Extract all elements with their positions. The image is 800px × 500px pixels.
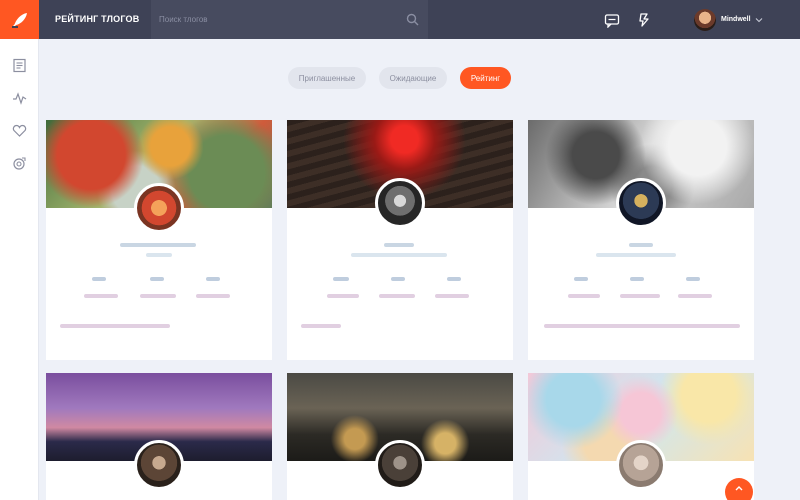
search-icon[interactable] [406,13,419,26]
card-avatar [134,440,184,490]
tab-pending[interactable]: Ожидающие [379,67,447,89]
scroll-top-button[interactable] [725,478,753,500]
tlog-card[interactable] [528,120,754,360]
card-avatar [616,178,666,228]
card-avatar [616,440,666,490]
top-bar: РЕЙТИНГ ТЛОГОВ Mindwell [0,0,800,39]
sidebar [0,39,39,500]
quill-icon [11,12,27,28]
tab-invited[interactable]: Приглашенные [288,67,366,89]
card-avatar [375,178,425,228]
page-title: РЕЙТИНГ ТЛОГОВ [55,14,140,24]
feed-icon[interactable] [12,58,27,73]
activity-icon[interactable] [12,91,27,106]
card-avatar [134,183,184,233]
tlog-card[interactable] [46,120,272,360]
username[interactable]: Mindwell [721,0,751,39]
user-avatar[interactable] [694,9,716,31]
tlog-card[interactable] [287,373,513,500]
search-input[interactable] [151,0,428,39]
tlog-card[interactable] [46,373,272,500]
arrow-up-icon [735,486,743,491]
notifications-icon[interactable] [636,12,652,28]
chevron-down-icon[interactable] [755,16,763,24]
search-box [151,0,428,39]
tab-rating[interactable]: Рейтинг [460,67,511,89]
tlog-card[interactable] [287,120,513,360]
discover-icon[interactable] [12,156,27,171]
messages-icon[interactable] [604,12,620,28]
heart-icon[interactable] [12,123,27,138]
card-avatar [375,440,425,490]
tlog-card[interactable] [528,373,754,500]
app-logo[interactable] [0,0,39,39]
